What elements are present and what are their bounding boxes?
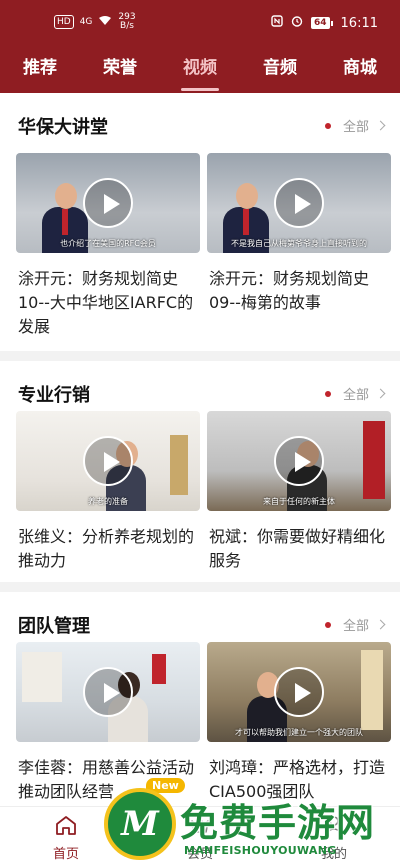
battery-icon: 64 [311,17,333,29]
watermark-url: MANFEISHOUYOUWANG [184,844,337,857]
clock: 16:11 [340,15,378,31]
nav-home[interactable]: 首页 [26,815,106,862]
tab-audio[interactable]: 音频 [240,46,320,93]
tab-recommend[interactable]: 推荐 [0,46,80,93]
section-divider [0,582,400,592]
video-subtitle: 不是我自己从梅第爷爷身上直接听到的 [231,239,367,248]
play-icon[interactable] [274,178,324,228]
indicator-dot [324,621,331,628]
stage-banner [363,421,385,499]
chevron-right-icon [375,120,386,131]
watermark-text: 免费手游网 [179,800,376,846]
play-icon[interactable] [274,436,324,486]
view-all-link[interactable]: 全部 [324,384,386,403]
section-divider [0,351,400,361]
slide-panel [22,652,62,702]
battery-level: 64 [311,17,330,29]
stage-banner [170,435,188,495]
home-icon [55,816,77,839]
wifi-icon [98,15,112,29]
section-header: 华保大讲堂 全部 [16,93,386,153]
alarm-icon [291,15,303,31]
play-icon[interactable] [83,178,133,228]
video-thumbnail[interactable]: 养老的准备 [16,411,200,511]
stage-banner [152,654,166,684]
section-title: 专业行销 [18,385,90,406]
view-all-label: 全部 [342,120,369,135]
watermark-letter: M [121,804,159,844]
watermark-emblem: M [104,788,176,860]
video-title[interactable]: 涂开元：财务规划简史09--梅第的故事 [209,267,391,315]
video-thumbnail[interactable]: 也介绍了在美国的RFC会员 [16,153,200,253]
section-lecture: 华保大讲堂 全部 也介绍了在美国的RFC会员 涂开元：财务规划简史10--大中华… [0,93,400,351]
video-title[interactable]: 涂开元：财务规划简史10--大中华地区IARFC的发展 [18,267,200,339]
video-subtitle: 来自于任何的新主体 [263,497,335,506]
indicator-dot [324,390,331,397]
play-icon[interactable] [274,667,324,717]
video-thumbnail[interactable]: 来自于任何的新主体 [207,411,391,511]
stage-banner [361,650,383,730]
video-thumbnail[interactable]: 才可以帮助我们建立一个强大的团队 [207,642,391,742]
video-subtitle: 养老的准备 [88,497,128,506]
status-bar: HD 4G 293 B/s 64 16:11 [0,0,400,46]
view-all-link[interactable]: 全部 [324,116,386,135]
watermark-logo: M 免费手游网 MANFEISHOUYOUWANG [104,772,400,866]
section-title: 华保大讲堂 [18,117,108,138]
video-title[interactable]: 张维义：分析养老规划的推动力 [18,525,200,573]
view-all-label: 全部 [342,388,369,403]
play-icon[interactable] [83,667,133,717]
tab-video[interactable]: 视频 [160,46,240,93]
chevron-right-icon [375,388,386,399]
tab-mall[interactable]: 商城 [320,46,400,93]
category-tabs: 推荐 荣誉 视频 音频 商城 [0,46,400,93]
video-subtitle: 也介绍了在美国的RFC会员 [60,239,156,248]
section-title: 团队管理 [18,616,90,637]
nfc-icon [271,15,283,31]
section-marketing: 专业行销 全部 养老的准备 张维义：分析养老规划的推动力 来自于任何的新主体 祝… [0,361,400,582]
network-speed-unit: B/s [120,21,134,31]
tab-honor[interactable]: 荣誉 [80,46,160,93]
chevron-right-icon [375,619,386,630]
view-all-link[interactable]: 全部 [324,615,386,634]
play-icon[interactable] [83,436,133,486]
nav-home-label: 首页 [52,847,79,862]
view-all-label: 全部 [342,619,369,634]
video-title[interactable]: 祝斌：你需要做好精细化服务 [209,525,391,573]
video-thumbnail[interactable]: 不是我自己从梅第爷爷身上直接听到的 [207,153,391,253]
video-subtitle: 才可以帮助我们建立一个强大的团队 [235,728,363,737]
hd-badge: HD [54,15,74,29]
video-thumbnail[interactable] [16,642,200,742]
indicator-dot [324,122,331,129]
network-type: 4G [79,16,93,27]
top-bar: HD 4G 293 B/s 64 16:11 推荐 荣誉 视频 音频 商城 [0,0,400,93]
network-speed: 293 B/s [118,13,135,31]
